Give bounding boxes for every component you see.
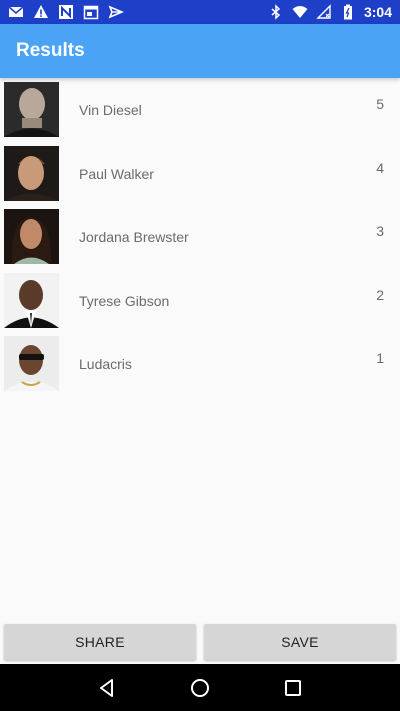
list-item-name: Ludacris [79,356,132,372]
n-app-icon [58,4,74,20]
status-time: 3:04 [363,4,392,20]
avatar [4,336,59,391]
list-item-name: Vin Diesel [79,102,142,118]
system-icons: 3:04 [268,4,392,20]
no-sim-icon [316,4,332,20]
list-item[interactable]: Vin Diesel 5 [0,78,400,142]
results-screen: 3:04 Results Vin Diesel 5 Paul Walker 4 … [0,0,400,711]
calendar-icon [83,4,99,20]
wifi-icon [292,4,308,20]
results-list: Vin Diesel 5 Paul Walker 4 Jordana Brews… [0,78,400,396]
recents-icon[interactable] [281,676,305,700]
back-icon[interactable] [95,676,119,700]
list-item-name: Tyrese Gibson [79,292,170,309]
action-buttons: SHARE SAVE [0,622,400,662]
list-item-name: Paul Walker [79,165,154,182]
list-item[interactable]: Jordana Brewster 3 [0,205,400,269]
save-button[interactable]: SAVE [204,624,396,660]
list-item-rank: 1 [376,350,384,366]
navigation-bar [0,664,400,711]
share-button[interactable]: SHARE [4,624,196,660]
home-icon[interactable] [188,676,212,700]
list-item[interactable]: Ludacris 1 [0,332,400,396]
list-item-rank: 5 [376,96,384,112]
app-bar: Results [0,24,400,78]
notification-icons [8,4,124,20]
battery-icon [340,4,356,20]
list-item-rank: 3 [376,223,384,239]
page-title: Results [16,40,85,61]
status-bar: 3:04 [0,0,400,24]
list-item-rank: 4 [376,159,384,176]
gmail-icon [8,4,24,20]
list-item[interactable]: Paul Walker 4 [0,142,400,206]
warning-icon [33,4,49,20]
list-item[interactable]: Tyrese Gibson 2 [0,269,400,333]
avatar [4,82,59,137]
avatar [4,145,59,201]
send-icon [108,4,124,20]
bluetooth-icon [268,4,284,20]
list-item-name: Jordana Brewster [79,229,189,245]
list-item-rank: 2 [376,286,384,303]
avatar [4,272,59,328]
avatar [4,209,59,264]
